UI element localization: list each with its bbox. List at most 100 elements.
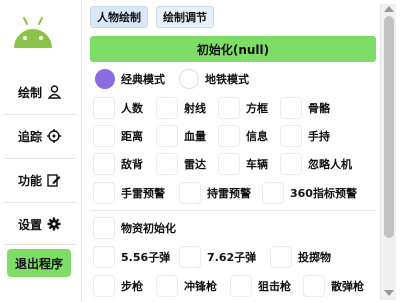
divider	[4, 202, 76, 203]
option-label: 狙击枪	[258, 280, 291, 293]
checkbox[interactable]	[93, 153, 115, 175]
option-smg[interactable]: 冲锋枪	[156, 273, 217, 299]
option-label: 人数	[121, 102, 143, 115]
checkbox[interactable]	[93, 97, 115, 119]
tab-character-draw[interactable]: 人物绘制	[90, 6, 148, 28]
option-762-ammo[interactable]: 7.62子弹	[179, 244, 256, 270]
checkbox[interactable]	[156, 125, 178, 147]
option-label: 持雷预警	[207, 187, 251, 200]
option-radar[interactable]: 雷达	[156, 151, 206, 177]
option-distance[interactable]: 距离	[93, 123, 143, 149]
sidebar-item-settings[interactable]: 设置	[3, 204, 76, 244]
checkbox[interactable]	[280, 125, 302, 147]
checkbox[interactable]	[218, 97, 240, 119]
exit-button[interactable]: 退出程序	[7, 249, 71, 277]
item-init-row: 物资初始化	[90, 215, 378, 241]
option-label: 信息	[246, 130, 268, 143]
checkbox[interactable]	[156, 275, 178, 297]
mode-label: 地铁模式	[205, 73, 249, 86]
option-held[interactable]: 手持	[280, 123, 330, 149]
item-row: 5.56子弹 7.62子弹 投掷物	[90, 244, 378, 270]
option-label: 敌背	[121, 158, 143, 171]
checkbox[interactable]	[230, 275, 252, 297]
option-throwables[interactable]: 投掷物	[270, 244, 331, 270]
tab-bar: 人物绘制 绘制调节	[90, 6, 214, 28]
sidebar-item-label: 追踪	[17, 129, 42, 144]
option-headcount[interactable]: 人数	[93, 95, 143, 121]
option-info[interactable]: 信息	[218, 123, 268, 149]
option-label: 冲锋枪	[184, 280, 217, 293]
option-label: 5.56子弹	[121, 251, 171, 264]
checkbox[interactable]	[280, 97, 302, 119]
checkbox[interactable]	[280, 153, 302, 175]
mode-classic[interactable]: 经典模式	[95, 66, 165, 92]
mode-row: 经典模式 地铁模式	[90, 66, 378, 92]
sidebar-item-label: 设置	[17, 217, 42, 232]
checkbox[interactable]	[262, 182, 284, 204]
divider	[4, 114, 76, 115]
checkbox[interactable]	[156, 97, 178, 119]
mode-metro[interactable]: 地铁模式	[179, 66, 249, 92]
crosshair-icon	[47, 129, 61, 143]
main-panel: 人物绘制 绘制调节 初始化(null) 经典模式 地铁模式 人数 射线 方框 骨…	[90, 0, 378, 302]
option-shotgun[interactable]: 散弹枪	[303, 273, 364, 299]
option-label: 360指标预警	[290, 187, 357, 200]
checkbox[interactable]	[179, 246, 201, 268]
option-row: 敌背 雷达 车辆 忽略人机	[90, 151, 378, 177]
sidebar-item-track[interactable]: 追踪	[3, 116, 76, 156]
option-row: 手雷预警 持雷预警 360指标预警	[90, 180, 378, 206]
checkbox[interactable]	[93, 275, 115, 297]
option-row: 距离 血量 信息 手持	[90, 123, 378, 149]
mode-label: 经典模式	[121, 73, 165, 86]
option-health[interactable]: 血量	[156, 123, 206, 149]
checkbox[interactable]	[218, 125, 240, 147]
option-grenade-warning[interactable]: 手雷预警	[93, 180, 165, 206]
option-label: 方框	[246, 102, 268, 115]
scrollbar[interactable]	[380, 4, 396, 300]
option-ray[interactable]: 射线	[156, 95, 206, 121]
option-vehicle[interactable]: 车辆	[218, 151, 268, 177]
initialize-button[interactable]: 初始化(null)	[90, 36, 376, 62]
tab-draw-adjust[interactable]: 绘制调节	[156, 6, 214, 28]
scroll-up-arrow-icon[interactable]	[384, 6, 394, 12]
radio-selected[interactable]	[95, 69, 115, 89]
checkbox[interactable]	[93, 125, 115, 147]
checkbox[interactable]	[179, 182, 201, 204]
scroll-down-arrow-icon[interactable]	[384, 290, 394, 296]
checkbox[interactable]	[93, 246, 115, 268]
option-row: 人数 射线 方框 骨骼	[90, 95, 378, 121]
radio-unselected[interactable]	[179, 69, 199, 89]
option-enemy-back[interactable]: 敌背	[93, 151, 143, 177]
option-rifle[interactable]: 步枪	[93, 273, 143, 299]
option-sniper[interactable]: 狙击枪	[230, 273, 291, 299]
item-row: 步枪 冲锋枪 狙击枪 散弹枪	[90, 273, 378, 299]
option-ignore-bots[interactable]: 忽略人机	[280, 151, 352, 177]
gear-icon	[47, 217, 61, 231]
option-label: 雷达	[184, 158, 206, 171]
divider	[90, 210, 376, 211]
option-box[interactable]: 方框	[218, 95, 268, 121]
checkbox[interactable]	[270, 246, 292, 268]
checkbox[interactable]	[156, 153, 178, 175]
sidebar-item-draw[interactable]: 绘制	[3, 72, 76, 112]
option-label: 车辆	[246, 158, 268, 171]
divider	[4, 244, 76, 245]
option-360-warning[interactable]: 360指标预警	[262, 180, 357, 206]
option-label: 手雷预警	[121, 187, 165, 200]
person-icon	[47, 85, 61, 99]
option-label: 步枪	[121, 280, 143, 293]
option-label: 忽略人机	[308, 158, 352, 171]
checkbox[interactable]	[93, 217, 115, 239]
sidebar: 绘制 追踪 功能 设置 退出程序	[0, 0, 82, 302]
checkbox[interactable]	[303, 275, 325, 297]
sidebar-item-function[interactable]: 功能	[3, 160, 76, 200]
scrollbar-thumb[interactable]	[384, 16, 394, 238]
option-label: 物资初始化	[121, 222, 176, 235]
checkbox[interactable]	[218, 153, 240, 175]
option-item-init[interactable]: 物资初始化	[93, 215, 176, 241]
option-556-ammo[interactable]: 5.56子弹	[93, 244, 170, 270]
option-skeleton[interactable]: 骨骼	[280, 95, 330, 121]
option-holding-grenade-warning[interactable]: 持雷预警	[179, 180, 251, 206]
checkbox[interactable]	[93, 182, 115, 204]
option-label: 散弹枪	[331, 280, 364, 293]
